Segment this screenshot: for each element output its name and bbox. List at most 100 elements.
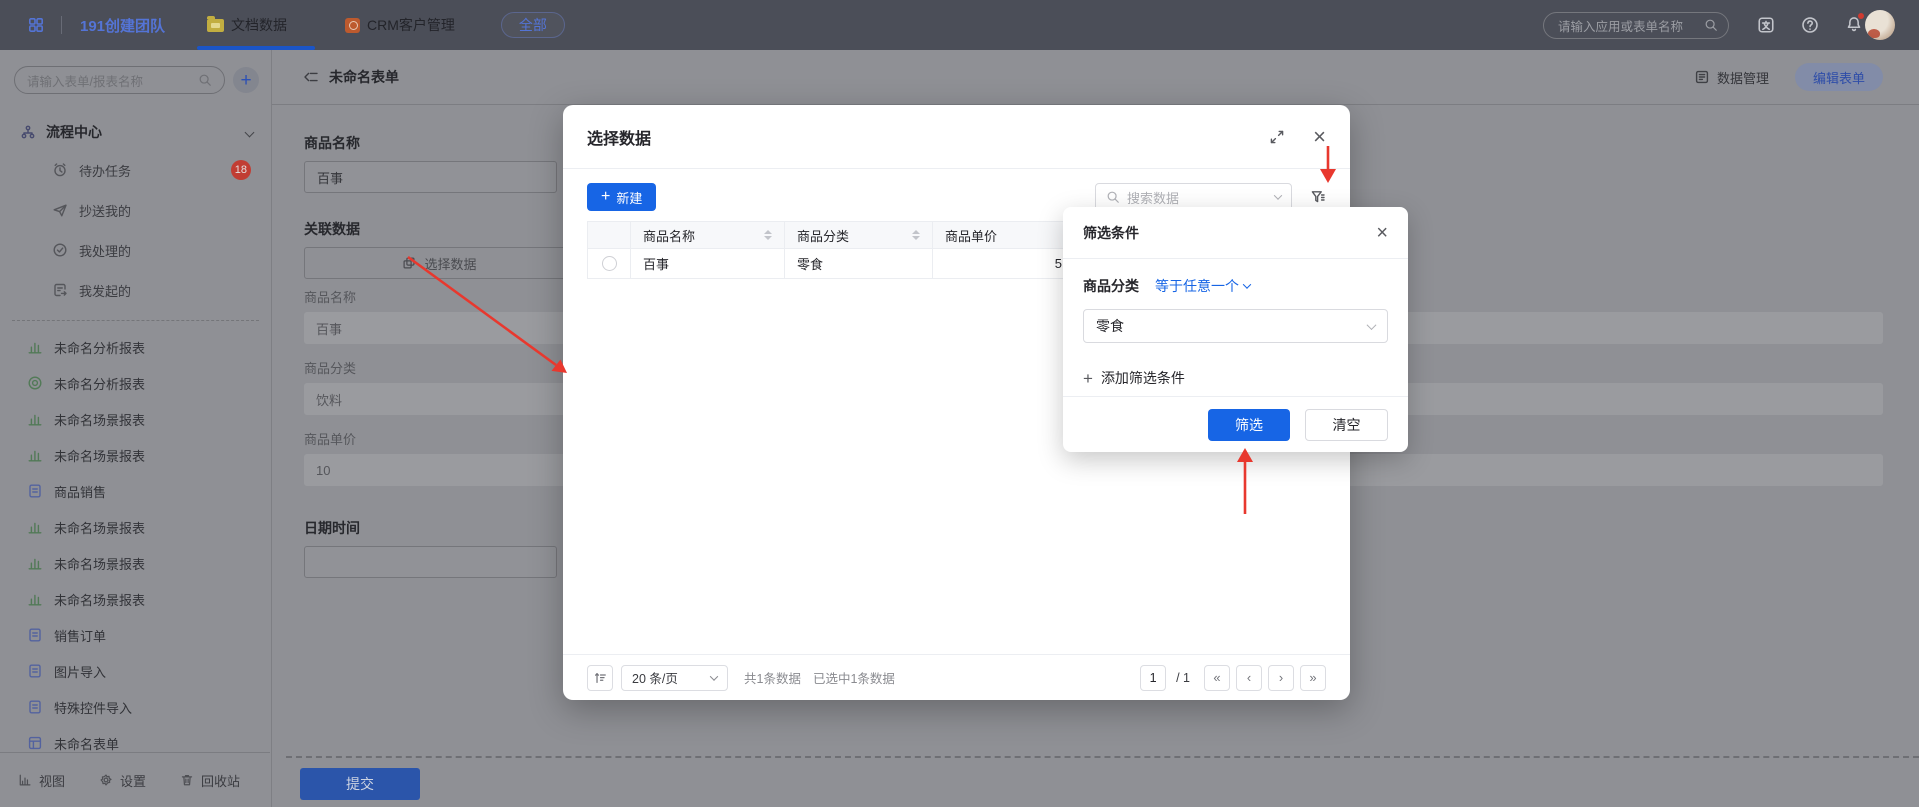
current-page-input[interactable]: 1 bbox=[1140, 665, 1166, 691]
sort-lines-icon bbox=[593, 671, 607, 685]
sidebar-item-report-0[interactable]: 未命名分析报表 bbox=[0, 329, 271, 365]
submit-button[interactable]: 提交 bbox=[300, 768, 420, 800]
tab-label: CRM客户管理 bbox=[367, 15, 455, 35]
form-icon bbox=[27, 735, 43, 751]
search-icon bbox=[198, 73, 212, 87]
sidebar-section-process-center[interactable]: 流程中心 bbox=[0, 114, 271, 150]
edit-form-button[interactable]: 编辑表单 bbox=[1795, 63, 1883, 91]
add-form-button[interactable]: + bbox=[233, 67, 259, 93]
clock-icon bbox=[52, 162, 68, 178]
check-circle-icon bbox=[52, 242, 68, 258]
paper-plane-icon bbox=[52, 202, 68, 218]
sidebar-item-report-5[interactable]: 未命名场景报表 bbox=[0, 509, 271, 545]
translate-icon[interactable] bbox=[1757, 16, 1775, 34]
close-icon[interactable]: × bbox=[1376, 223, 1388, 243]
column-header-name[interactable]: 商品名称 bbox=[631, 222, 785, 248]
last-page-button[interactable]: » bbox=[1300, 665, 1326, 691]
modal-search-placeholder: 搜索数据 bbox=[1127, 188, 1268, 207]
document-icon bbox=[27, 699, 43, 715]
sidebar-item-started-by-me[interactable]: 我发起的 bbox=[0, 270, 271, 310]
first-page-button[interactable]: « bbox=[1204, 665, 1230, 691]
datetime-input[interactable] bbox=[304, 546, 557, 578]
process-center-icon bbox=[20, 124, 36, 140]
help-icon[interactable] bbox=[1801, 16, 1819, 34]
page-title: 未命名表单 bbox=[329, 67, 399, 87]
item-label: 我发起的 bbox=[79, 281, 131, 300]
team-name[interactable]: 191创建团队 bbox=[80, 15, 165, 36]
search-icon bbox=[1106, 190, 1120, 204]
document-icon bbox=[27, 627, 43, 643]
sidebar-item-form-orders[interactable]: 销售订单 bbox=[0, 617, 271, 653]
views-button[interactable]: 视图 bbox=[18, 771, 65, 790]
modal-footer: 20 条/页 共1条数据 已选中1条数据 1 / 1 « ‹ › » bbox=[563, 654, 1350, 700]
close-icon[interactable]: × bbox=[1313, 126, 1326, 148]
select-data-picker-button[interactable]: 选择数据 bbox=[304, 247, 575, 279]
filter-value-select[interactable]: 零食 bbox=[1083, 309, 1388, 343]
modal-title: 选择数据 bbox=[587, 125, 651, 149]
global-search-input[interactable]: 请输入应用或表单名称 bbox=[1543, 12, 1729, 39]
sidebar-item-report-2[interactable]: 未命名场景报表 bbox=[0, 401, 271, 437]
chart-bars-icon bbox=[27, 519, 43, 535]
chart-bars-icon bbox=[27, 555, 43, 571]
app-screen: 191创建团队 文档数据 CRM客户管理 全部 请输入应用或表单名称 bbox=[0, 0, 1919, 807]
sidebar-divider bbox=[12, 320, 259, 321]
tab-doc-data[interactable]: 文档数据 bbox=[207, 0, 287, 50]
notifications-button[interactable] bbox=[1845, 15, 1863, 36]
data-manage-button[interactable]: 数据管理 bbox=[1694, 68, 1769, 87]
back-collapse-icon[interactable] bbox=[303, 69, 319, 85]
cell-name: 百事 bbox=[631, 249, 785, 278]
clear-filter-button[interactable]: 清空 bbox=[1305, 409, 1388, 441]
sidebar-item-report-1[interactable]: 未命名分析报表 bbox=[0, 365, 271, 401]
sidebar-item-form-special-import[interactable]: 特殊控件导入 bbox=[0, 689, 271, 725]
next-page-button[interactable]: › bbox=[1268, 665, 1294, 691]
document-icon bbox=[27, 663, 43, 679]
folder-icon bbox=[207, 19, 224, 32]
product-name-input[interactable]: 百事 bbox=[304, 161, 557, 193]
sidebar-item-form-sales[interactable]: 商品销售 bbox=[0, 473, 271, 509]
filter-operator-select[interactable]: 等于任意一个 bbox=[1155, 276, 1250, 296]
user-avatar[interactable] bbox=[1865, 10, 1895, 40]
section-label: 流程中心 bbox=[46, 122, 102, 142]
plus-icon: + bbox=[601, 189, 610, 205]
sidebar-item-handled-by-me[interactable]: 我处理的 bbox=[0, 230, 271, 270]
apply-filter-button[interactable]: 筛选 bbox=[1208, 409, 1290, 441]
sort-icon[interactable] bbox=[764, 230, 772, 240]
sidebar-item-report-7[interactable]: 未命名场景报表 bbox=[0, 581, 271, 617]
tab-crm[interactable]: CRM客户管理 bbox=[345, 0, 455, 50]
crm-app-icon bbox=[345, 18, 360, 33]
chart-icon bbox=[18, 773, 32, 787]
add-filter-condition-button[interactable]: + 添加筛选条件 bbox=[1083, 368, 1388, 388]
sidebar-item-form-image-import[interactable]: 图片导入 bbox=[0, 653, 271, 689]
sidebar-item-report-6[interactable]: 未命名场景报表 bbox=[0, 545, 271, 581]
column-header-category[interactable]: 商品分类 bbox=[785, 222, 933, 248]
chart-bars-icon bbox=[27, 339, 43, 355]
sidebar-search-input[interactable]: 请输入表单/报表名称 bbox=[14, 66, 225, 94]
expand-icon[interactable] bbox=[1269, 129, 1285, 145]
form-page-header: 未命名表单 数据管理 编辑表单 bbox=[272, 50, 1919, 105]
chart-bars-icon bbox=[27, 411, 43, 427]
row-radio[interactable] bbox=[602, 256, 617, 271]
chevron-down-icon bbox=[1367, 320, 1377, 330]
settings-button[interactable]: 设置 bbox=[99, 771, 146, 790]
filter-funnel-icon[interactable] bbox=[1310, 189, 1326, 205]
app-grid-icon[interactable] bbox=[27, 16, 45, 34]
recycle-bin-button[interactable]: 回收站 bbox=[180, 771, 240, 790]
sidebar-item-report-3[interactable]: 未命名场景报表 bbox=[0, 437, 271, 473]
item-label: 待办任务 bbox=[79, 161, 131, 180]
new-record-button[interactable]: + 新建 bbox=[587, 183, 656, 211]
sort-icon[interactable] bbox=[912, 230, 920, 240]
page-size-select[interactable]: 20 条/页 bbox=[621, 665, 728, 691]
trash-icon bbox=[180, 773, 194, 787]
sidebar-item-cc-to-me[interactable]: 抄送我的 bbox=[0, 190, 271, 230]
prev-page-button[interactable]: ‹ bbox=[1236, 665, 1262, 691]
display-settings-button[interactable] bbox=[587, 665, 613, 691]
row-select-cell bbox=[588, 249, 631, 278]
all-apps-button[interactable]: 全部 bbox=[501, 12, 565, 38]
chart-bars-icon bbox=[27, 591, 43, 607]
notification-dot bbox=[1858, 13, 1864, 19]
copy-icon bbox=[402, 256, 416, 270]
chevron-down-icon bbox=[245, 127, 255, 137]
cell-category: 零食 bbox=[785, 249, 933, 278]
document-icon bbox=[27, 483, 43, 499]
sidebar-item-todo-tasks[interactable]: 待办任务 18 bbox=[0, 150, 271, 190]
